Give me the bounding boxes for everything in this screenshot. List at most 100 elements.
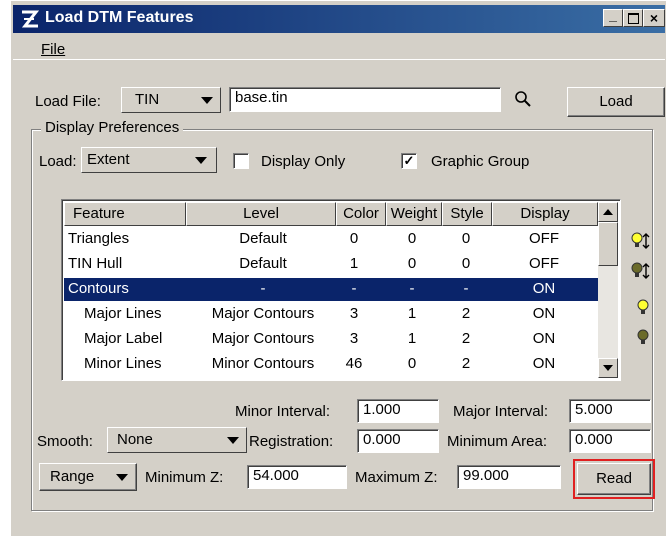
header-weight[interactable]: Weight <box>386 202 442 226</box>
minor-interval-value: 1.000 <box>363 401 401 418</box>
menu-bar: File <box>13 37 665 60</box>
bulb-on-all-icon[interactable] <box>629 229 653 253</box>
table-row[interactable]: Major Label Major Contours 3 1 2 ON <box>64 328 598 351</box>
cell-level: Default <box>239 230 287 247</box>
major-interval-label: Major Interval: <box>453 403 549 420</box>
arrow-up-icon <box>603 209 613 215</box>
read-button[interactable]: Read <box>577 463 651 495</box>
read-button-label: Read <box>596 470 632 487</box>
smooth-dropdown[interactable]: None <box>107 427 247 453</box>
minimize-icon: _ <box>609 7 617 23</box>
maximum-z-value: 99.000 <box>463 467 509 484</box>
cell-level: Major Contours <box>211 305 315 322</box>
cell-color: 3 <box>349 305 359 322</box>
search-icon[interactable] <box>513 89 533 109</box>
cell-weight: 0 <box>407 230 417 247</box>
table-row[interactable]: Minor Lines Minor Contours 46 0 2 ON <box>64 353 598 376</box>
cell-display: ON <box>532 280 556 297</box>
display-only-checkbox[interactable] <box>233 153 249 169</box>
major-interval-value: 5.000 <box>575 401 613 418</box>
cell-feature: TIN Hull <box>68 255 123 272</box>
cell-style: 0 <box>461 255 471 272</box>
cell-weight: 0 <box>407 355 417 372</box>
load-extent-value: Extent <box>87 151 130 168</box>
bulb-off-all-icon[interactable] <box>629 259 653 283</box>
minimize-button[interactable]: _ <box>603 7 623 27</box>
cell-level: Major Contours <box>211 330 315 347</box>
header-display[interactable]: Display <box>492 202 598 226</box>
cell-feature: Triangles <box>68 230 130 247</box>
minor-interval-input[interactable]: 1.000 <box>357 399 439 423</box>
load-extent-dropdown[interactable]: Extent <box>81 147 217 173</box>
cell-weight: 0 <box>407 255 417 272</box>
minimum-area-label: Minimum Area: <box>447 433 548 450</box>
cell-style: 0 <box>461 230 471 247</box>
load-button[interactable]: Load <box>567 87 665 117</box>
cell-weight: 1 <box>407 330 417 347</box>
app-logo-icon <box>21 10 40 28</box>
window-title: Load DTM Features <box>45 9 194 26</box>
load-file-type-dropdown[interactable]: TIN <box>121 87 221 113</box>
cell-display: ON <box>532 355 556 372</box>
table-row[interactable]: Major Lines Major Contours 3 1 2 ON <box>64 303 598 326</box>
table-row[interactable]: Triangles Default 0 0 0 OFF <box>64 228 598 251</box>
cell-weight: 1 <box>407 305 417 322</box>
dialog-window: Load DTM Features _ × File Load File: TI… <box>10 0 666 536</box>
cell-display: ON <box>532 330 556 347</box>
bulb-off-icon[interactable] <box>635 327 655 349</box>
cell-feature: Minor Lines <box>84 355 162 372</box>
load-button-label: Load <box>599 93 633 110</box>
header-color[interactable]: Color <box>336 202 386 226</box>
menu-file-label: File <box>41 41 66 58</box>
cell-feature: Major Label <box>84 330 163 347</box>
close-icon: × <box>649 10 659 26</box>
registration-input[interactable]: 0.000 <box>357 429 439 453</box>
header-feature[interactable]: Feature <box>64 202 186 226</box>
scroll-up-button[interactable] <box>598 202 618 222</box>
cell-color: 3 <box>349 330 359 347</box>
scroll-thumb[interactable] <box>598 222 618 266</box>
maximize-button[interactable] <box>623 9 643 27</box>
table-row[interactable]: Contours - - - - ON <box>64 278 598 301</box>
load-extent-label: Load: <box>39 153 77 170</box>
table-row[interactable]: TIN Hull Default 1 0 0 OFF <box>64 253 598 276</box>
arrow-down-icon <box>603 365 613 371</box>
checkmark-icon: ✓ <box>403 153 415 168</box>
cell-color: 1 <box>349 255 359 272</box>
load-file-type-value: TIN <box>135 91 160 108</box>
registration-value: 0.000 <box>363 431 401 448</box>
smooth-value: None <box>117 431 153 448</box>
cell-style: 2 <box>461 330 471 347</box>
close-button[interactable]: × <box>643 9 665 27</box>
title-bar[interactable]: Load DTM Features _ × <box>13 5 665 33</box>
maximize-icon <box>627 13 639 24</box>
minor-interval-label: Minor Interval: <box>235 403 331 420</box>
header-level[interactable]: Level <box>186 202 336 226</box>
bulb-on-icon[interactable] <box>635 297 655 319</box>
chevron-down-icon <box>195 157 207 164</box>
cell-feature: Contours <box>68 280 129 297</box>
table-scrollbar[interactable] <box>598 202 618 378</box>
cell-style: - <box>463 280 469 297</box>
load-file-path-value: base.tin <box>235 89 288 106</box>
scroll-down-button[interactable] <box>598 358 618 378</box>
range-button[interactable]: Range <box>39 463 137 491</box>
cell-color: 46 <box>345 355 363 372</box>
graphic-group-checkbox[interactable]: ✓ <box>401 153 417 169</box>
minimum-area-input[interactable]: 0.000 <box>569 429 651 453</box>
load-file-path-input[interactable]: base.tin <box>229 87 501 112</box>
display-preferences-label: Display Preferences <box>41 119 184 136</box>
cell-level: Default <box>239 255 287 272</box>
feature-table[interactable]: Feature Level Color Weight Style Display… <box>61 199 621 381</box>
minimum-z-value: 54.000 <box>253 467 299 484</box>
header-style[interactable]: Style <box>442 202 492 226</box>
chevron-down-icon <box>201 97 213 104</box>
chevron-down-icon <box>116 474 128 481</box>
chevron-down-icon <box>227 437 239 444</box>
cell-level: - <box>260 280 266 297</box>
maximum-z-input[interactable]: 99.000 <box>457 465 561 489</box>
major-interval-input[interactable]: 5.000 <box>569 399 651 423</box>
smooth-label: Smooth: <box>37 433 93 450</box>
minimum-z-input[interactable]: 54.000 <box>247 465 347 489</box>
graphic-group-label: Graphic Group <box>431 153 530 170</box>
